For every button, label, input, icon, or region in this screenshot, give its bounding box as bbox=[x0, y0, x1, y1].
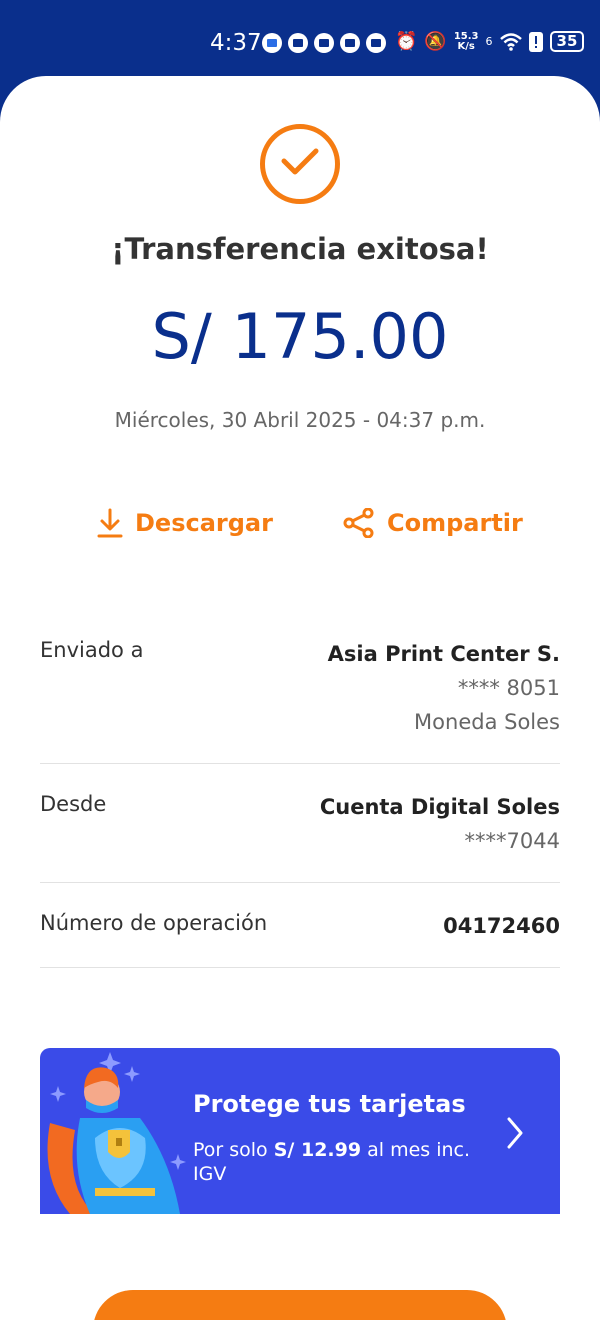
notification-icons bbox=[262, 33, 386, 53]
operation-label: Número de operación bbox=[40, 911, 268, 935]
sent-to-label: Enviado a bbox=[40, 638, 144, 662]
divider bbox=[40, 967, 560, 968]
promo-title: Protege tus tarjetas bbox=[193, 1090, 466, 1118]
chevron-right-icon bbox=[507, 1117, 523, 1149]
protect-cards-promo[interactable]: Protege tus tarjetas Por solo S/ 12.99 a… bbox=[40, 1048, 560, 1214]
promo-price: S/ 12.99 bbox=[273, 1139, 362, 1161]
transfer-amount: S/ 175.00 bbox=[151, 300, 449, 373]
download-icon bbox=[97, 508, 123, 538]
download-label: Descargar bbox=[135, 509, 273, 537]
promo-sub-prefix: Por solo bbox=[193, 1139, 274, 1161]
download-button[interactable]: Descargar bbox=[97, 508, 273, 538]
source-account-number: ****7044 bbox=[464, 829, 560, 853]
success-title: ¡Transferencia exitosa! bbox=[111, 232, 489, 266]
primary-action-button[interactable] bbox=[93, 1290, 507, 1320]
battery-icon: 35 bbox=[549, 31, 585, 52]
source-account-name: Cuenta Digital Soles bbox=[319, 795, 560, 819]
recipient-currency: Moneda Soles bbox=[414, 710, 560, 734]
app-notification-icon bbox=[340, 33, 360, 53]
share-icon bbox=[343, 508, 374, 538]
transfer-datetime: Miércoles, 30 Abril 2025 - 04:37 p.m. bbox=[114, 408, 486, 432]
alarm-icon: ⏰ bbox=[395, 31, 418, 52]
wifi-icon bbox=[499, 32, 522, 51]
app-notification-icon bbox=[366, 33, 386, 53]
app-notification-icon bbox=[288, 33, 308, 53]
promo-subtitle: Por solo S/ 12.99 al mes inc. IGV bbox=[193, 1138, 473, 1186]
divider bbox=[40, 882, 560, 883]
signal-label: 6 bbox=[485, 35, 493, 48]
network-speed: 15.3 K/s bbox=[454, 31, 479, 52]
recipient-block: Asia Print Center S. **** 8051 Moneda So… bbox=[328, 637, 560, 739]
source-block: Cuenta Digital Soles ****7044 bbox=[320, 790, 560, 858]
share-label: Compartir bbox=[387, 509, 523, 537]
receipt-sheet: ¡Transferencia exitosa! S/ 175.00 Miérco… bbox=[0, 76, 600, 1320]
system-icons: ⏰ 🔕 15.3 K/s 6 35 bbox=[395, 31, 585, 52]
app-notification-icon bbox=[314, 33, 334, 53]
success-check-icon bbox=[260, 124, 340, 204]
operation-number: 04172460 bbox=[443, 914, 560, 938]
status-time: 4:37 bbox=[210, 30, 262, 56]
from-label: Desde bbox=[40, 792, 107, 816]
superhero-illustration bbox=[47, 1052, 186, 1214]
alert-icon bbox=[528, 31, 543, 52]
share-button[interactable]: Compartir bbox=[343, 508, 523, 538]
divider bbox=[40, 763, 560, 764]
recipient-name: Asia Print Center S. bbox=[327, 642, 560, 666]
message-notification-icon bbox=[262, 33, 282, 53]
mute-icon: 🔕 bbox=[424, 31, 447, 52]
recipient-account: **** 8051 bbox=[457, 676, 560, 700]
network-speed-unit: K/s bbox=[457, 40, 475, 52]
